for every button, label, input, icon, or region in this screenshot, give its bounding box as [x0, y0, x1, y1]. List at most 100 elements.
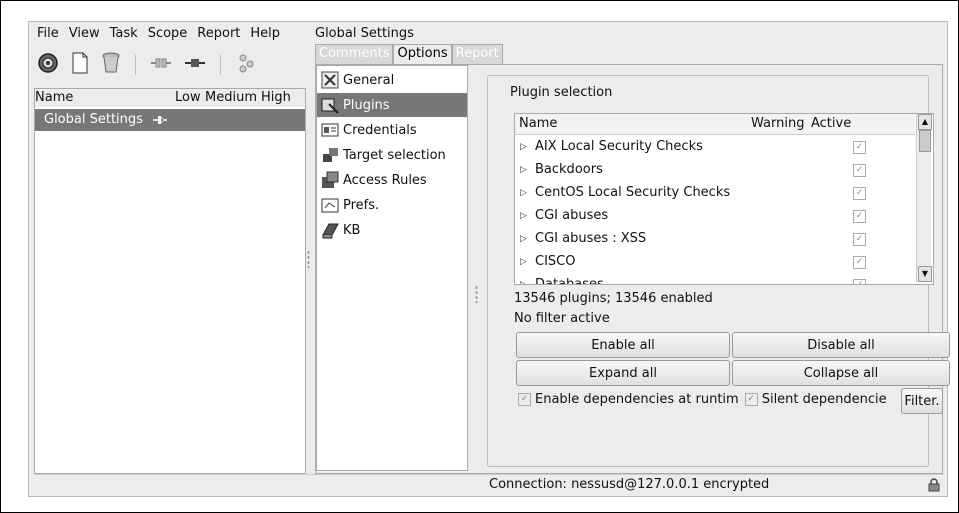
plugin-family-name: CentOS Local Security Checks	[535, 185, 731, 200]
active-checkbox[interactable]: ✓	[853, 141, 866, 154]
active-checkbox[interactable]: ✓	[853, 164, 866, 177]
plugin-family-row[interactable]: ▷ CGI abuses : XSS ✓	[515, 228, 915, 251]
kb-icon	[322, 223, 339, 239]
scroll-down-button[interactable]: ▼	[918, 266, 932, 282]
filter-status: No filter active	[514, 311, 610, 326]
col-active[interactable]: Active	[811, 116, 851, 131]
tree-header: Name Low Medium High	[35, 89, 305, 107]
users-icon[interactable]	[235, 52, 257, 78]
enable-all-button[interactable]: Enable all	[516, 332, 730, 358]
scrollbar-thumb[interactable]	[919, 130, 931, 152]
options-panel: General Plugins Credentials Target selec…	[315, 64, 950, 474]
toolbar-separator	[220, 55, 221, 75]
group-label: Plugin selection	[506, 85, 617, 100]
credentials-icon	[321, 123, 339, 137]
nav-item-credentials[interactable]: Credentials	[317, 118, 467, 142]
plugins-icon	[321, 98, 339, 114]
expand-arrow-icon[interactable]: ▷	[520, 188, 527, 198]
scroll-up-button[interactable]: ▲	[918, 114, 932, 130]
nav-item-general[interactable]: General	[317, 68, 467, 92]
nav-item-target-selection[interactable]: Target selection	[317, 143, 467, 167]
menu-task[interactable]: Task	[110, 26, 138, 46]
general-icon	[321, 71, 339, 89]
settings-tabs: Comments Options Report	[315, 44, 503, 64]
collapse-all-button[interactable]: Collapse all	[732, 360, 950, 386]
scope-tree[interactable]: Name Low Medium High Global Settings	[34, 88, 306, 474]
enable-dependencies-checkbox[interactable]: ✓	[518, 393, 531, 406]
screenshot-frame: File View Task Scope Report Help Name Lo…	[0, 0, 959, 513]
plugin-family-row[interactable]: ▷ Backdoors ✓	[515, 159, 915, 182]
tab-comments[interactable]: Comments	[315, 44, 394, 64]
nav-item-access-rules[interactable]: Access Rules	[317, 168, 467, 192]
pane-resize-handle[interactable]	[475, 285, 478, 303]
tree-col-high[interactable]: High	[261, 90, 291, 105]
settings-title: Global Settings	[315, 26, 414, 41]
tree-col-name[interactable]: Name	[35, 90, 73, 105]
expand-arrow-icon[interactable]: ▷	[520, 211, 527, 221]
plugin-count: 13546 plugins; 13546 enabled	[514, 291, 713, 306]
plugin-family-name: AIX Local Security Checks	[535, 139, 703, 154]
nav-item-plugins[interactable]: Plugins	[317, 93, 467, 117]
nav-item-kb[interactable]: KB	[317, 218, 467, 242]
plugin-family-row[interactable]: ▷ Databases ✓	[515, 274, 915, 285]
expand-arrow-icon[interactable]: ▷	[520, 165, 527, 175]
prefs-icon	[321, 198, 339, 213]
active-checkbox[interactable]: ✓	[853, 233, 866, 246]
toolbar-separator	[135, 55, 136, 75]
tree-col-low[interactable]: Low	[175, 90, 201, 105]
menu-help[interactable]: Help	[250, 26, 280, 46]
tree-item-global-settings[interactable]: Global Settings	[35, 109, 305, 131]
connect-icon[interactable]	[184, 56, 206, 74]
expand-arrow-icon[interactable]: ▷	[520, 234, 527, 244]
filter-button[interactable]: Filter.	[901, 388, 943, 414]
menu-bar: File View Task Scope Report Help	[37, 26, 280, 46]
menu-file[interactable]: File	[37, 26, 59, 46]
status-bar: Connection: nessusd@127.0.0.1 encrypted	[34, 474, 944, 495]
nav-label: Target selection	[343, 147, 446, 163]
lock-icon	[928, 478, 940, 492]
silent-dependencies-label: Silent dependencie	[761, 392, 887, 407]
plugin-family-row[interactable]: ▷ CentOS Local Security Checks ✓	[515, 182, 915, 205]
app-window: File View Task Scope Report Help Name Lo…	[28, 21, 950, 497]
col-name[interactable]: Name	[519, 116, 557, 131]
expand-arrow-icon[interactable]: ▷	[520, 142, 527, 152]
plugin-list-header: Name Warning Active	[515, 114, 915, 135]
vertical-scrollbar[interactable]: ▲ ▼	[916, 114, 932, 282]
plugin-family-row[interactable]: ▷ CISCO ✓	[515, 251, 915, 274]
access-rules-icon	[322, 171, 339, 188]
plugin-family-row[interactable]: ▷ CGI abuses ✓	[515, 205, 915, 228]
col-warning[interactable]: Warning	[751, 116, 804, 131]
plugin-family-name: CISCO	[535, 254, 576, 269]
disable-all-button[interactable]: Disable all	[732, 332, 950, 358]
expand-arrow-icon[interactable]: ▷	[520, 280, 527, 284]
menu-scope[interactable]: Scope	[148, 26, 188, 46]
expand-all-button[interactable]: Expand all	[516, 360, 730, 386]
connection-plug-icon	[153, 116, 167, 124]
plugin-family-list[interactable]: Name Warning Active ▷ AIX Local Security …	[514, 113, 934, 285]
active-checkbox[interactable]: ✓	[853, 210, 866, 223]
enable-dependencies-label: Enable dependencies at runtim	[535, 392, 739, 407]
active-checkbox[interactable]: ✓	[853, 279, 866, 284]
trash-icon[interactable]	[101, 52, 121, 78]
nav-label: Credentials	[343, 122, 417, 138]
options-nav-list: General Plugins Credentials Target selec…	[316, 65, 468, 471]
active-checkbox[interactable]: ✓	[853, 187, 866, 200]
pane-resize-handle[interactable]	[307, 250, 310, 268]
plugin-family-name: Databases	[535, 277, 604, 285]
menu-report[interactable]: Report	[197, 26, 240, 46]
target-icon	[323, 148, 338, 162]
active-checkbox[interactable]: ✓	[853, 256, 866, 269]
globe-icon[interactable]	[37, 52, 59, 78]
nav-label: General	[343, 72, 395, 88]
plugin-family-row[interactable]: ▷ AIX Local Security Checks ✓	[515, 136, 915, 159]
new-document-icon[interactable]	[71, 52, 89, 78]
expand-arrow-icon[interactable]: ▷	[520, 257, 527, 267]
nav-label: Prefs.	[343, 197, 380, 213]
nav-item-prefs[interactable]: Prefs.	[317, 193, 467, 217]
silent-dependencies-checkbox[interactable]: ✓	[744, 393, 758, 406]
disconnect-icon[interactable]	[150, 56, 172, 74]
tab-report[interactable]: Report	[451, 44, 503, 64]
tab-options[interactable]: Options	[393, 44, 452, 64]
menu-view[interactable]: View	[69, 26, 100, 46]
tree-col-medium[interactable]: Medium	[205, 90, 257, 105]
